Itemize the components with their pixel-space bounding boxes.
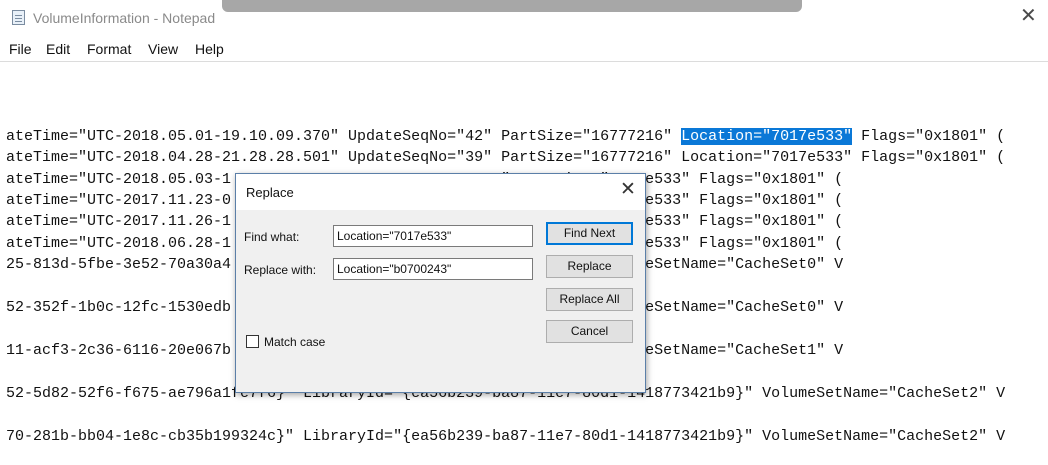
find-what-label: Find what:	[244, 230, 300, 244]
replace-dialog: Replace ✕ Find what: Replace with: Find …	[235, 173, 646, 393]
text-segment: Flags="0x1801" (	[852, 128, 1006, 145]
match-case-checkbox[interactable]	[246, 335, 259, 348]
replace-with-input[interactable]	[333, 258, 533, 280]
menu-file[interactable]: File	[9, 41, 32, 57]
menu-help[interactable]: Help	[195, 41, 224, 57]
match-case-label: Match case	[264, 335, 326, 349]
cancel-button[interactable]: Cancel	[546, 320, 633, 343]
window-title: VolumeInformation - Notepad	[33, 10, 216, 26]
text-line: ateTime="UTC-2018.05.01-19.10.09.370" Up…	[6, 127, 1005, 147]
notepad-icon	[12, 10, 25, 25]
menu-bar: File Edit Format View Help	[0, 38, 1048, 60]
text-line: ateTime="UTC-2018.04.28-21.28.28.501" Up…	[6, 149, 1006, 166]
overlay-bar	[222, 0, 802, 12]
selected-text: Location="7017e533"	[681, 128, 853, 145]
replace-with-label: Replace with:	[244, 263, 317, 277]
dialog-titlebar: Replace ✕	[236, 174, 645, 210]
text-segment: ateTime="UTC-2018.05.01-19.10.09.370" Up…	[6, 128, 682, 145]
dialog-close-icon[interactable]: ✕	[620, 180, 636, 200]
find-next-button[interactable]: Find Next	[546, 222, 633, 245]
dialog-title: Replace	[246, 185, 294, 200]
menu-edit[interactable]: Edit	[46, 41, 70, 57]
replace-all-button[interactable]: Replace All	[546, 288, 633, 311]
menu-view[interactable]: View	[148, 41, 178, 57]
text-line: 70-281b-bb04-1e8c-cb35b199324c}" Library…	[6, 428, 1006, 445]
menu-format[interactable]: Format	[87, 41, 131, 57]
replace-button[interactable]: Replace	[546, 255, 633, 278]
find-what-input[interactable]	[333, 225, 533, 247]
window-close-icon[interactable]: ✕	[1020, 6, 1037, 26]
